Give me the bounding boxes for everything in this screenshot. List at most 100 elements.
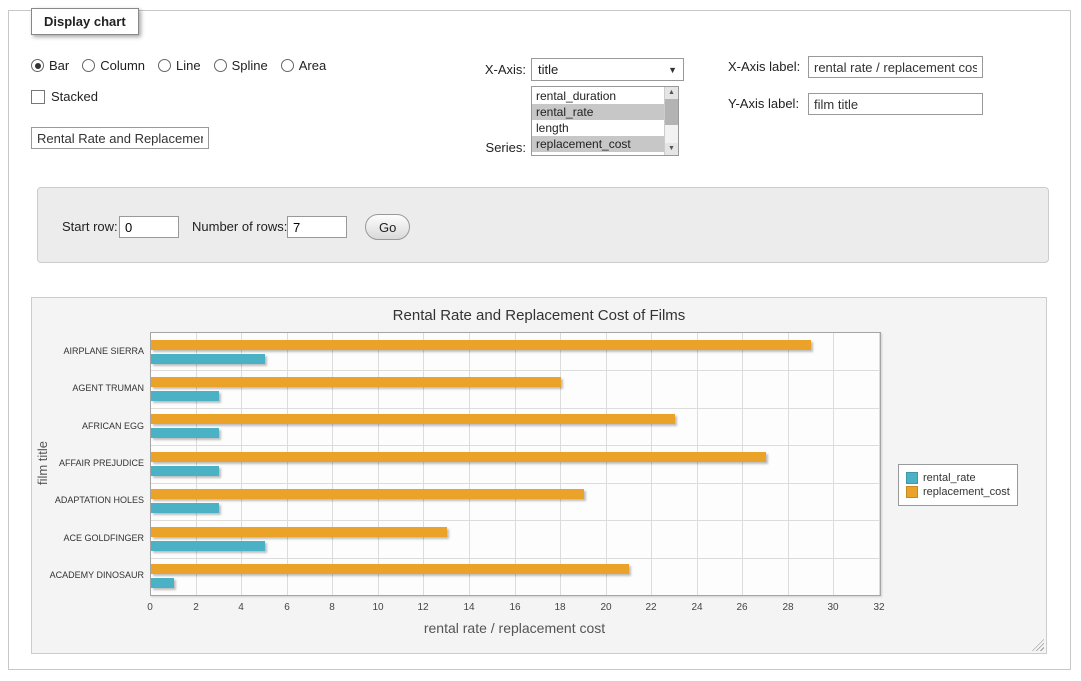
chart-title-input[interactable]: [31, 127, 209, 149]
series-option[interactable]: rental_rate: [532, 104, 664, 120]
series-options: rental_duration rental_rate length repla…: [532, 88, 664, 152]
checkbox-icon: [31, 90, 45, 104]
x-tick-label: 24: [682, 602, 712, 613]
gridline-h: [151, 370, 880, 371]
bar-replacement_cost: [151, 452, 766, 462]
listbox-scrollbar[interactable]: ▲ ▼: [664, 87, 678, 155]
category-label: AGENT TRUMAN: [32, 383, 144, 393]
x-tick-label: 28: [773, 602, 803, 613]
bar-rental_rate: [151, 391, 219, 401]
gridline-v: [515, 333, 516, 595]
chart-title: Rental Rate and Replacement Cost of Film…: [32, 307, 1046, 324]
bar-replacement_cost: [151, 377, 561, 387]
y-axis-label-input[interactable]: [808, 93, 983, 115]
gridline-v: [332, 333, 333, 595]
gridline-v: [378, 333, 379, 595]
category-label: AIRPLANE SIERRA: [32, 346, 144, 356]
gridline-v: [606, 333, 607, 595]
gridline-h: [151, 483, 880, 484]
chart-type-label: Line: [176, 58, 201, 73]
chart-canvas: Rental Rate and Replacement Cost of Film…: [31, 297, 1047, 654]
chart-type-label: Column: [100, 58, 145, 73]
series-option[interactable]: length: [532, 120, 664, 136]
resize-handle-icon[interactable]: [1032, 639, 1044, 651]
dropdown-arrow-icon: ▼: [668, 65, 677, 75]
chart-type-option-bar[interactable]: Bar: [31, 58, 69, 73]
x-axis-field-label: X-Axis:: [426, 62, 526, 78]
legend-label: rental_rate: [923, 472, 976, 484]
stacked-checkbox[interactable]: Stacked: [31, 89, 98, 104]
chart-type-option-line[interactable]: Line: [158, 58, 201, 73]
bar-replacement_cost: [151, 489, 584, 499]
x-tick-label: 2: [181, 602, 211, 613]
gridline-v: [742, 333, 743, 595]
gridline-v: [788, 333, 789, 595]
start-row-input[interactable]: [119, 216, 179, 238]
gridline-h: [151, 408, 880, 409]
y-axis-label-field-label: Y-Axis label:: [728, 96, 799, 112]
stacked-label: Stacked: [51, 89, 98, 104]
scrollbar-thumb[interactable]: [665, 99, 678, 125]
gridline-v: [879, 333, 880, 595]
num-rows-label: Number of rows:: [192, 216, 287, 238]
gridline-v: [469, 333, 470, 595]
gridline-h: [151, 520, 880, 521]
x-tick-label: 14: [454, 602, 484, 613]
legend-label: replacement_cost: [923, 486, 1010, 498]
display-chart-page: Display chart Bar Column Line Spline Are…: [0, 0, 1081, 681]
category-label: ACADEMY DINOSAUR: [32, 570, 144, 580]
legend-item: rental_rate: [906, 472, 1010, 484]
chart-type-option-spline[interactable]: Spline: [214, 58, 268, 73]
series-field-label: Series:: [426, 140, 526, 156]
bar-replacement_cost: [151, 340, 811, 350]
bar-replacement_cost: [151, 564, 629, 574]
rows-panel: Start row: Number of rows: Go: [37, 187, 1049, 263]
category-label: AFFAIR PREJUDICE: [32, 458, 144, 468]
x-axis-label-input[interactable]: [808, 56, 983, 78]
radio-icon: [31, 59, 44, 72]
gridline-v: [697, 333, 698, 595]
go-button[interactable]: Go: [365, 214, 410, 240]
x-tick-label: 10: [363, 602, 393, 613]
bar-replacement_cost: [151, 414, 675, 424]
bar-rental_rate: [151, 354, 265, 364]
gridline-v: [196, 333, 197, 595]
gridline-v: [560, 333, 561, 595]
chart-type-option-area[interactable]: Area: [281, 58, 326, 73]
fieldset-legend: Display chart: [31, 8, 139, 35]
bar-rental_rate: [151, 578, 174, 588]
num-rows-input[interactable]: [287, 216, 347, 238]
x-tick-label: 26: [727, 602, 757, 613]
bar-rental_rate: [151, 503, 219, 513]
scroll-up-icon[interactable]: ▲: [665, 87, 678, 99]
legend-swatch-icon: [906, 472, 918, 484]
x-axis-selected-value: title: [538, 62, 558, 77]
gridline-v: [241, 333, 242, 595]
legend-item: replacement_cost: [906, 486, 1010, 498]
x-tick-label: 8: [317, 602, 347, 613]
x-tick-label: 0: [135, 602, 165, 613]
scroll-down-icon[interactable]: ▼: [665, 143, 678, 155]
gridline-v: [833, 333, 834, 595]
x-axis-label-field-label: X-Axis label:: [728, 59, 800, 75]
gridline-v: [423, 333, 424, 595]
bar-replacement_cost: [151, 527, 447, 537]
radio-icon: [158, 59, 171, 72]
chart-type-option-column[interactable]: Column: [82, 58, 145, 73]
gridline-h: [151, 558, 880, 559]
bar-rental_rate: [151, 428, 219, 438]
start-row-label: Start row:: [62, 216, 118, 238]
x-axis-title: rental rate / replacement cost: [150, 620, 879, 636]
category-label: AFRICAN EGG: [32, 421, 144, 431]
series-option[interactable]: replacement_cost: [532, 136, 664, 152]
bar-rental_rate: [151, 541, 265, 551]
x-tick-label: 20: [591, 602, 621, 613]
gridline-h: [151, 445, 880, 446]
display-chart-fieldset: Display chart Bar Column Line Spline Are…: [8, 10, 1071, 670]
x-axis-select[interactable]: title ▼: [531, 58, 684, 81]
series-listbox[interactable]: rental_duration rental_rate length repla…: [531, 86, 679, 156]
series-option[interactable]: rental_duration: [532, 88, 664, 104]
category-label: ACE GOLDFINGER: [32, 533, 144, 543]
x-tick-label: 6: [272, 602, 302, 613]
chart-type-label: Spline: [232, 58, 268, 73]
